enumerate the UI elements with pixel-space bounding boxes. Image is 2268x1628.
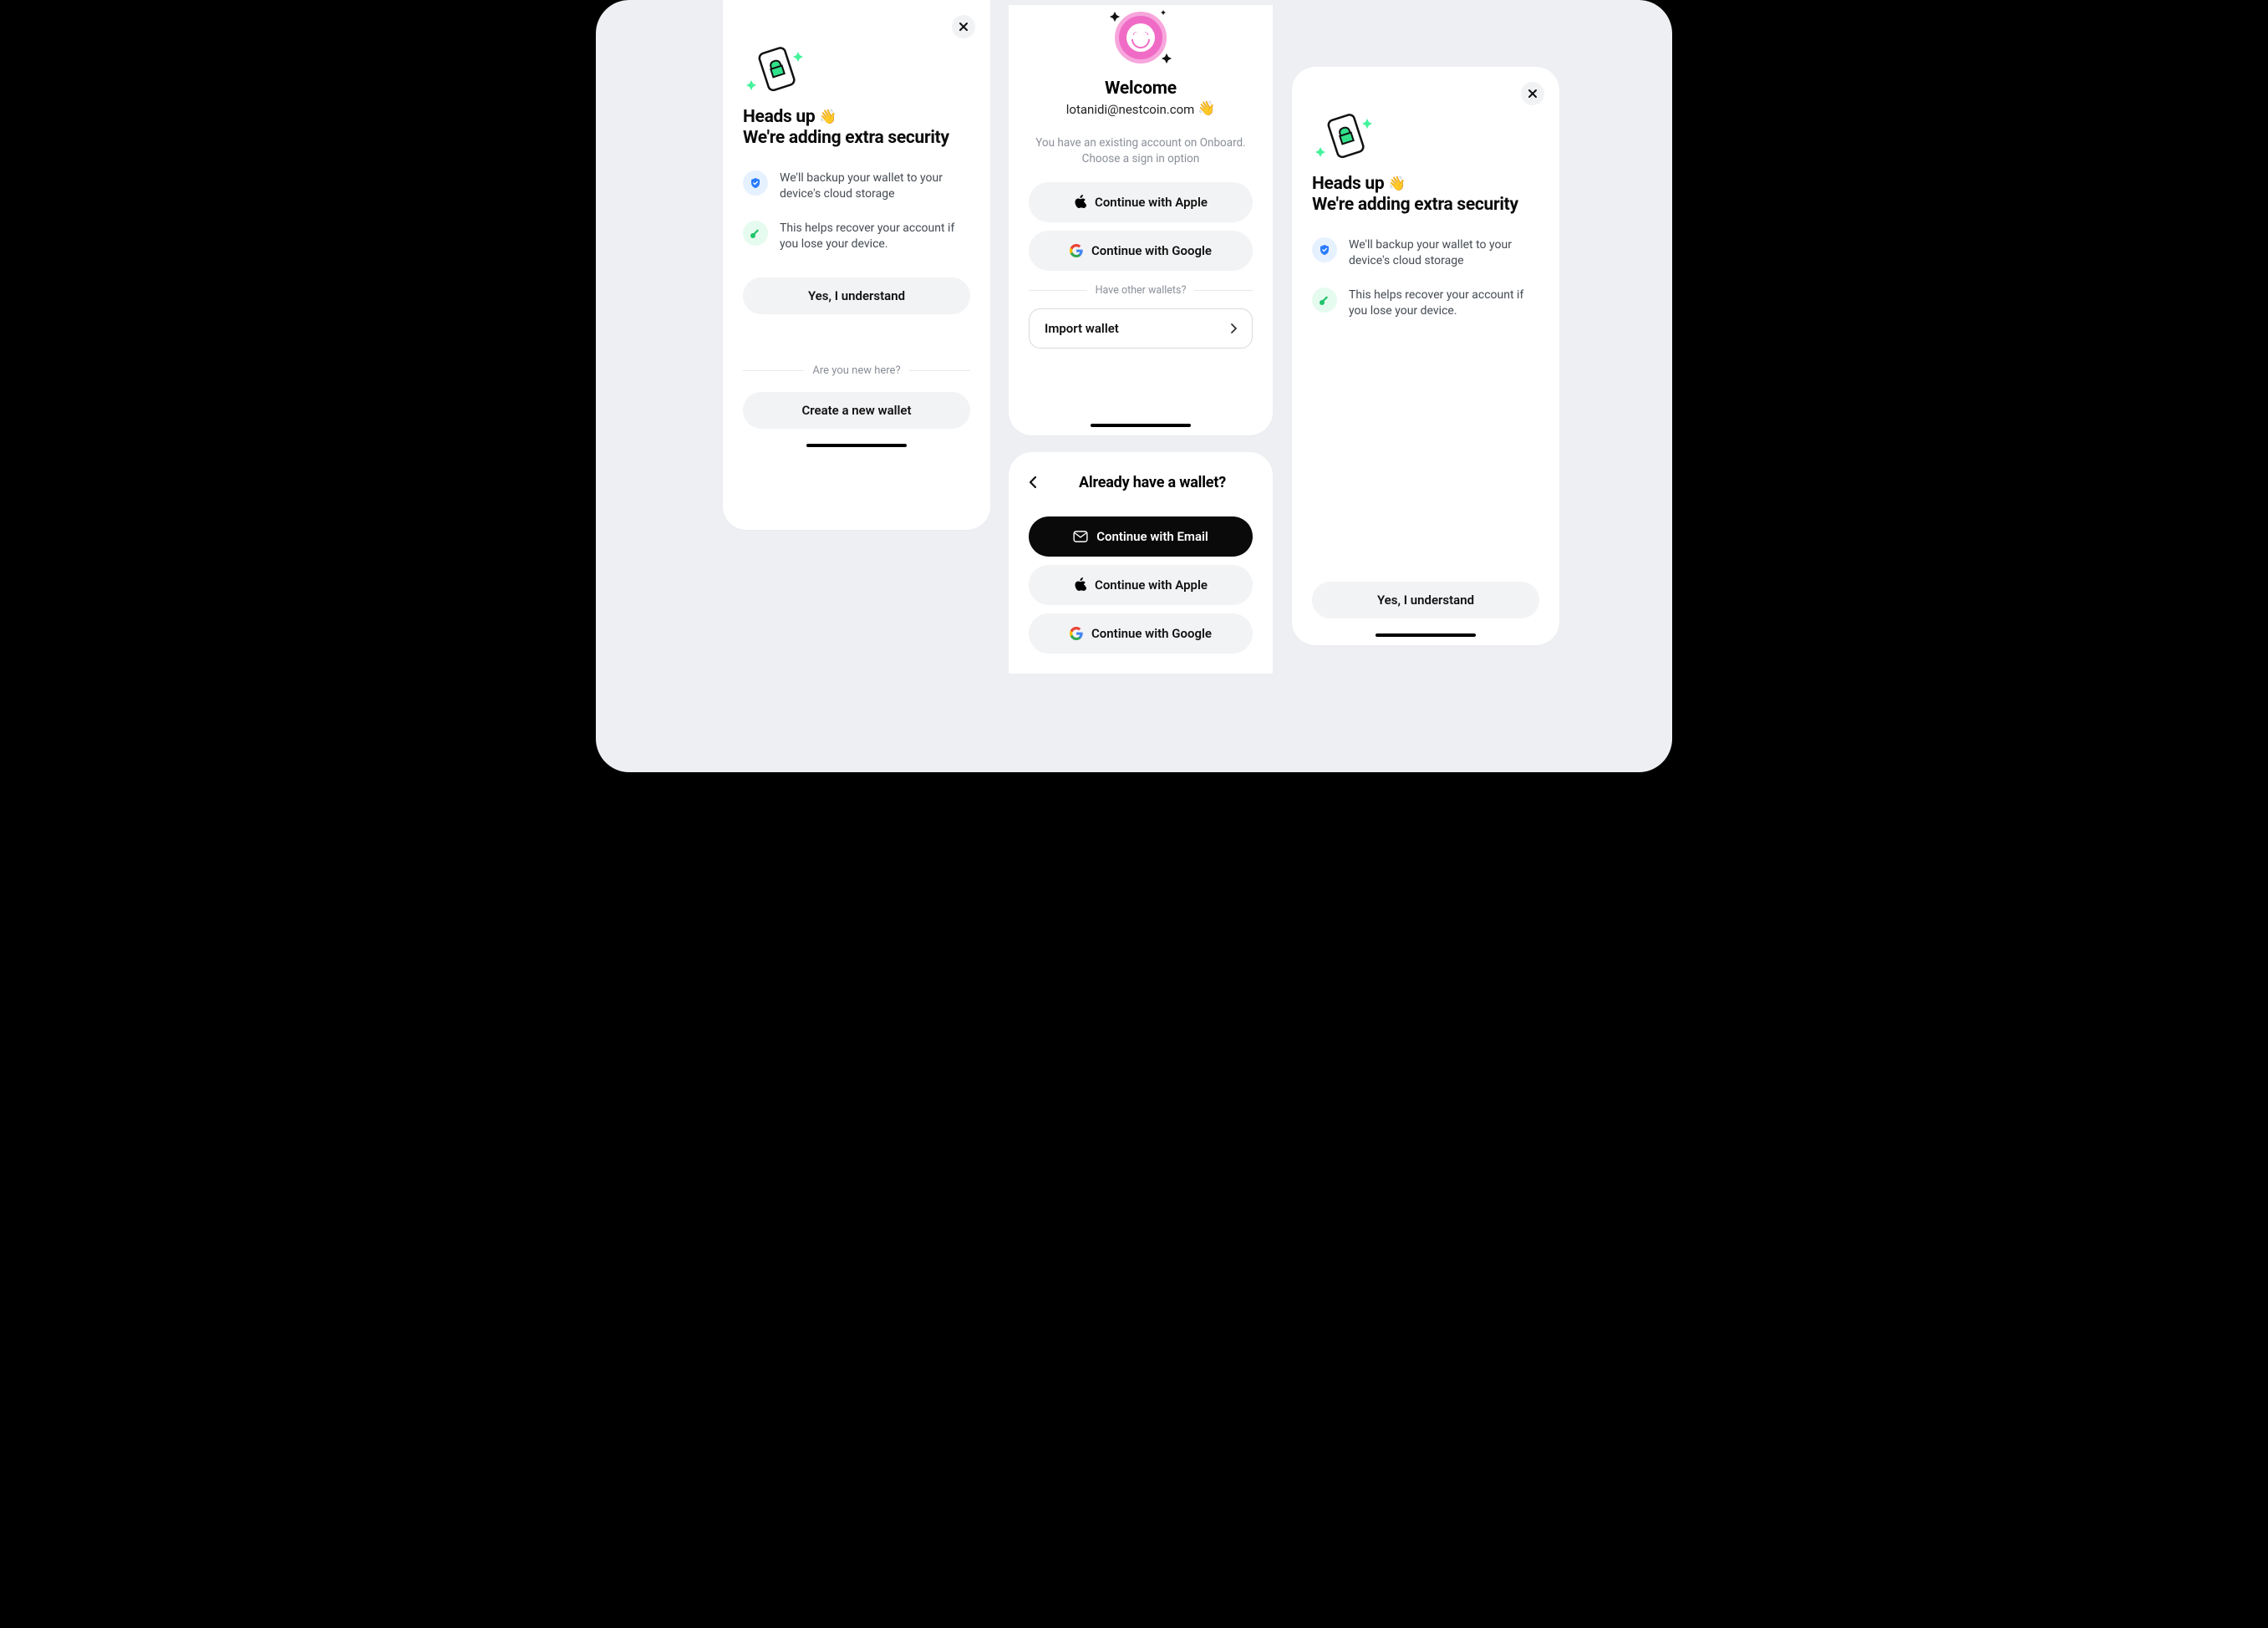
- button-label: Import wallet: [1045, 321, 1119, 336]
- welcome-card: Welcome lotanidi@nestcoin.com 👋 You have…: [1009, 5, 1273, 435]
- heads-up-heading: Heads up 👋 We're adding extra security: [1312, 174, 1539, 216]
- back-button[interactable]: [1029, 476, 1047, 489]
- key-icon: [1312, 287, 1337, 313]
- continue-apple-button[interactable]: Continue with Apple: [1029, 182, 1253, 222]
- bullet-list: We'll backup your wallet to your device'…: [743, 170, 970, 252]
- security-illustration: [1312, 110, 1539, 159]
- google-icon: [1070, 244, 1083, 257]
- welcome-desc: You have an existing account on Onboard.…: [1029, 135, 1253, 167]
- close-icon: [959, 23, 968, 31]
- already-title: Already have a wallet?: [1070, 474, 1253, 491]
- already-have-wallet-card: Already have a wallet? Continue with Ema…: [1009, 452, 1273, 674]
- heading-line-2: We're adding extra security: [743, 128, 949, 148]
- heads-up-card: Heads up 👋 We're adding extra security W…: [1292, 67, 1559, 645]
- button-label: Continue with Google: [1091, 243, 1212, 258]
- bullet-list: We'll backup your wallet to your device'…: [1312, 237, 1539, 319]
- bullet-text: We'll backup your wallet to your device'…: [1349, 237, 1539, 269]
- continue-apple-button[interactable]: Continue with Apple: [1029, 565, 1253, 605]
- heading-line-1: Heads up: [1312, 174, 1388, 194]
- chevron-left-icon: [1029, 476, 1037, 489]
- signin-stack: Continue with Apple Continue with Google: [1029, 182, 1253, 271]
- button-label: Continue with Email: [1096, 529, 1208, 544]
- continue-google-button[interactable]: Continue with Google: [1029, 613, 1253, 654]
- wave-emoji: 👋: [1198, 100, 1215, 117]
- desc-line: You have an existing account on Onboard.: [1035, 136, 1245, 150]
- bullet-backup: We'll backup your wallet to your device'…: [1312, 237, 1539, 269]
- understand-button[interactable]: Yes, I understand: [1312, 582, 1539, 618]
- button-label: Yes, I understand: [1377, 593, 1474, 608]
- apple-icon: [1074, 577, 1086, 592]
- divider-label: Are you new here?: [812, 364, 900, 377]
- screen-heads-up-a: Heads up 👋 We're adding extra security W…: [723, 0, 990, 530]
- welcome-title: Welcome: [1029, 79, 1253, 99]
- heads-up-heading: Heads up 👋 We're adding extra security: [743, 107, 970, 149]
- design-canvas: Heads up 👋 We're adding extra security W…: [596, 0, 1672, 772]
- button-label: Continue with Google: [1091, 626, 1212, 641]
- home-indicator: [806, 444, 907, 447]
- avatar-wrap: [1108, 5, 1173, 70]
- heading-line-2: We're adding extra security: [1312, 195, 1518, 215]
- security-illustration: [743, 43, 970, 92]
- import-wallet-button[interactable]: Import wallet: [1029, 308, 1253, 348]
- mail-icon: [1073, 531, 1088, 542]
- heading-line-1: Heads up: [743, 107, 819, 127]
- chevron-right-icon: [1230, 323, 1237, 333]
- understand-button[interactable]: Yes, I understand: [743, 277, 970, 314]
- heads-up-card: Heads up 👋 We're adding extra security W…: [723, 0, 990, 530]
- home-indicator: [1091, 424, 1191, 427]
- shield-icon: [1312, 237, 1337, 262]
- continue-google-button[interactable]: Continue with Google: [1029, 231, 1253, 271]
- wave-emoji: 👋: [1388, 176, 1406, 192]
- welcome-email: lotanidi@nestcoin.com 👋: [1029, 100, 1253, 117]
- new-here-divider: Are you new here?: [743, 364, 970, 377]
- header-row: Already have a wallet?: [1029, 474, 1253, 491]
- home-indicator: [1376, 633, 1476, 637]
- close-button[interactable]: [1521, 82, 1544, 105]
- continue-email-button[interactable]: Continue with Email: [1029, 516, 1253, 557]
- button-label: Continue with Apple: [1095, 195, 1208, 210]
- divider-label: Have other wallets?: [1096, 284, 1187, 297]
- close-icon: [1528, 89, 1537, 98]
- create-wallet-button[interactable]: Create a new wallet: [743, 392, 970, 429]
- apple-icon: [1074, 195, 1086, 209]
- other-wallets-divider: Have other wallets?: [1029, 284, 1253, 297]
- col-center: Welcome lotanidi@nestcoin.com 👋 You have…: [1009, 0, 1273, 674]
- key-icon: [743, 221, 768, 246]
- button-label: Yes, I understand: [808, 288, 905, 303]
- button-label: Create a new wallet: [801, 403, 911, 418]
- shield-icon: [743, 170, 768, 196]
- bullet-text: This helps recover your account if you l…: [780, 221, 970, 252]
- google-icon: [1070, 627, 1083, 640]
- signin-stack: Continue with Email Continue with Apple …: [1029, 516, 1253, 654]
- wave-emoji: 👋: [819, 109, 837, 125]
- bullet-recover: This helps recover your account if you l…: [1312, 287, 1539, 319]
- screen-heads-up-b: Heads up 👋 We're adding extra security W…: [1292, 67, 1559, 645]
- bullet-backup: We'll backup your wallet to your device'…: [743, 170, 970, 202]
- bullet-text: This helps recover your account if you l…: [1349, 287, 1539, 319]
- avatar: [1115, 12, 1167, 64]
- desc-line: Choose a sign in option: [1082, 152, 1200, 165]
- close-button[interactable]: [952, 15, 975, 38]
- bullet-text: We'll backup your wallet to your device'…: [780, 170, 970, 202]
- button-label: Continue with Apple: [1095, 577, 1208, 593]
- email-text: lotanidi@nestcoin.com: [1066, 102, 1198, 117]
- bullet-recover: This helps recover your account if you l…: [743, 221, 970, 252]
